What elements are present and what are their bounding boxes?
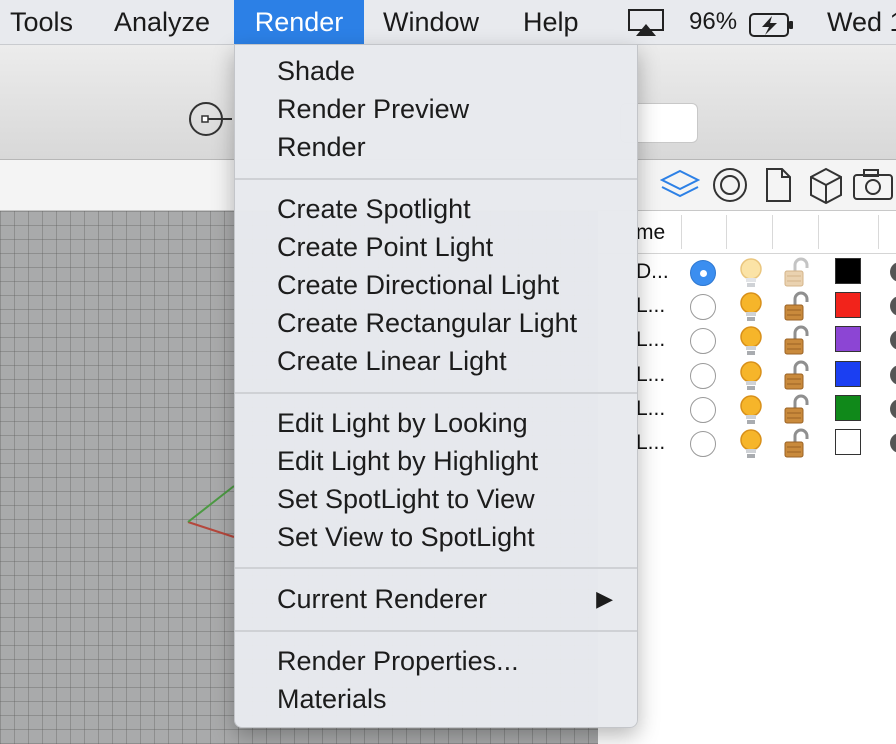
material-dot-icon[interactable] — [890, 330, 896, 351]
menu-item-render-properties[interactable]: Render Properties... — [277, 646, 519, 676]
menu-item-render[interactable]: Render — [277, 132, 366, 162]
menu-item-shade[interactable]: Shade — [277, 56, 355, 86]
menu-tools[interactable]: Tools — [10, 0, 73, 44]
menu-item-edit-light-by-looking[interactable]: Edit Light by Looking — [277, 408, 528, 438]
layer-name[interactable]: L... — [636, 328, 665, 352]
menu-separator — [235, 567, 637, 569]
lock-icon[interactable] — [781, 359, 811, 393]
airplay-icon[interactable] — [626, 6, 666, 38]
lock-icon[interactable] — [781, 393, 811, 427]
column-divider — [726, 215, 727, 249]
target-icon[interactable] — [710, 165, 750, 205]
column-divider — [818, 215, 819, 249]
layers-table-header: me — [598, 211, 896, 254]
submenu-arrow-icon: ▶ — [596, 586, 613, 611]
layer-row[interactable]: L... — [598, 324, 896, 358]
column-divider — [681, 215, 682, 249]
layer-name[interactable]: D... — [636, 260, 669, 284]
layer-color-swatch[interactable] — [835, 326, 861, 353]
camera-icon[interactable] — [852, 165, 893, 205]
current-layer-radio[interactable] — [690, 294, 716, 321]
column-name-header[interactable]: me — [636, 221, 665, 245]
layer-name[interactable]: L... — [636, 431, 665, 455]
layer-row[interactable]: L... — [598, 290, 896, 324]
clock-day: Wed 1 — [827, 7, 896, 37]
menu-item-current-renderer[interactable]: Current Renderer — [277, 584, 487, 614]
material-dot-icon[interactable] — [890, 433, 896, 453]
column-divider — [878, 215, 879, 249]
menu-item-edit-light-by-highlight[interactable]: Edit Light by Highlight — [277, 446, 538, 476]
lock-icon[interactable] — [781, 324, 811, 358]
layer-row[interactable]: D... — [598, 256, 896, 290]
material-dot-icon[interactable] — [890, 296, 896, 317]
battery-charging-icon[interactable] — [748, 8, 796, 37]
menu-window[interactable]: Window — [383, 0, 479, 44]
layer-name[interactable]: L... — [636, 363, 665, 387]
lock-icon[interactable] — [781, 427, 811, 461]
gumball-snap-icon[interactable] — [188, 101, 232, 142]
current-layer-radio[interactable] — [690, 431, 716, 457]
material-dot-icon[interactable] — [890, 262, 896, 282]
menu-separator — [235, 392, 637, 394]
menu-separator — [235, 630, 637, 632]
layer-row[interactable]: L... — [598, 393, 896, 427]
lightbulb-icon[interactable] — [736, 427, 766, 461]
battery-percent: 96% — [689, 8, 738, 35]
menu-bar: Tools Analyze Render Window Help 96% Wed… — [0, 0, 896, 45]
menu-item-set-spotlight-to-view[interactable]: Set SpotLight to View — [277, 484, 535, 514]
lock-icon[interactable] — [781, 256, 811, 290]
lightbulb-icon[interactable] — [736, 393, 766, 427]
current-layer-radio[interactable] — [690, 260, 716, 286]
lightbulb-icon[interactable] — [736, 290, 766, 324]
current-layer-radio[interactable] — [690, 328, 716, 355]
material-dot-icon[interactable] — [890, 398, 896, 419]
menu-help[interactable]: Help — [523, 0, 579, 44]
current-layer-radio[interactable] — [690, 396, 716, 423]
menu-item-create-directional-light[interactable]: Create Directional Light — [277, 270, 559, 300]
layer-row[interactable]: L... — [598, 359, 896, 393]
layer-color-swatch[interactable] — [835, 429, 861, 455]
menu-analyze[interactable]: Analyze — [114, 0, 210, 44]
layers-icon[interactable] — [659, 165, 701, 205]
layer-row[interactable]: L... — [598, 427, 896, 461]
material-dot-icon[interactable] — [890, 364, 896, 385]
menu-item-create-linear-light[interactable]: Create Linear Light — [277, 346, 507, 376]
document-icon[interactable] — [762, 165, 802, 205]
render-menu: Shade Render Preview Render Create Spotl… — [234, 44, 638, 728]
menu-item-set-view-to-spotlight[interactable]: Set View to SpotLight — [277, 522, 535, 552]
menu-item-create-rectangular-light[interactable]: Create Rectangular Light — [277, 308, 577, 338]
layer-color-swatch[interactable] — [835, 258, 861, 284]
layer-color-swatch[interactable] — [835, 360, 861, 387]
cube-icon[interactable] — [806, 165, 846, 205]
column-divider — [772, 215, 773, 249]
menu-item-render-preview[interactable]: Render Preview — [277, 94, 469, 124]
layer-color-swatch[interactable] — [835, 292, 861, 319]
menu-item-create-spotlight[interactable]: Create Spotlight — [277, 194, 471, 224]
lightbulb-icon[interactable] — [736, 359, 766, 393]
menu-render[interactable]: Render — [234, 0, 364, 44]
lightbulb-icon[interactable] — [736, 256, 766, 290]
current-layer-radio[interactable] — [690, 362, 716, 389]
menu-item-create-point-light[interactable]: Create Point Light — [277, 232, 493, 262]
menu-separator — [235, 178, 637, 180]
layer-color-swatch[interactable] — [835, 394, 861, 421]
lock-icon[interactable] — [781, 290, 811, 324]
menu-item-materials[interactable]: Materials — [277, 684, 387, 714]
lightbulb-icon[interactable] — [736, 324, 766, 358]
layer-name[interactable]: L... — [636, 397, 665, 421]
layer-name[interactable]: L... — [636, 294, 665, 318]
